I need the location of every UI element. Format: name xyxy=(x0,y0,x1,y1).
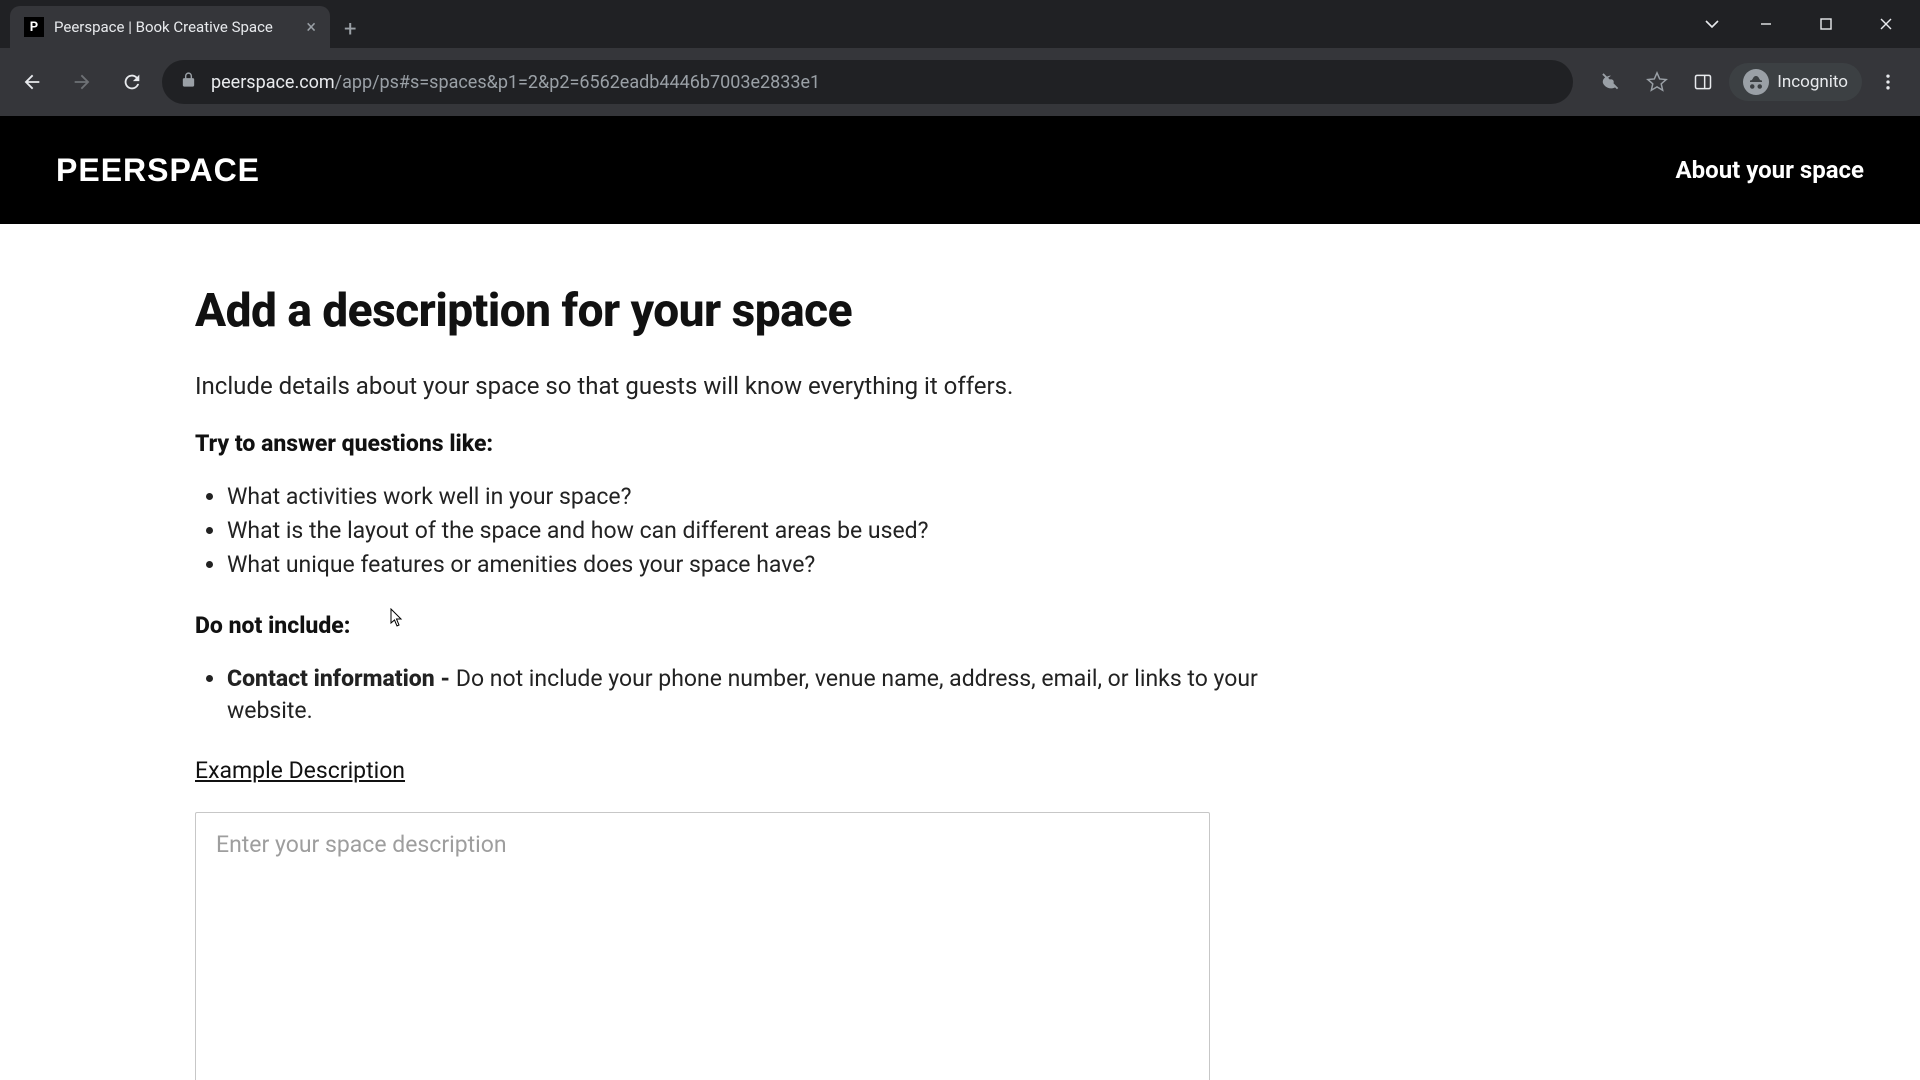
exclude-item-strong: Contact information - xyxy=(227,665,456,692)
browser-toolbar: peerspace.com/app/ps#s=spaces&p1=2&p2=65… xyxy=(0,48,1920,116)
questions-heading: Try to answer questions like: xyxy=(195,430,1260,457)
lock-icon xyxy=(180,71,197,93)
tab-title: Peerspace | Book Creative Space xyxy=(54,18,296,36)
list-item: What activities work well in your space? xyxy=(227,481,1260,513)
tracking-protection-icon[interactable] xyxy=(1591,62,1631,102)
toolbar-right: Incognito xyxy=(1583,62,1908,102)
browser-chrome: P Peerspace | Book Creative Space × + xyxy=(0,0,1920,116)
space-description-input[interactable] xyxy=(195,812,1210,1080)
tabs-dropdown-icon[interactable] xyxy=(1690,4,1734,44)
new-tab-button[interactable]: + xyxy=(330,11,370,48)
incognito-label: Incognito xyxy=(1777,72,1848,92)
list-item: Contact information - Do not include you… xyxy=(227,663,1260,727)
close-window-button[interactable] xyxy=(1858,4,1914,44)
example-description-link[interactable]: Example Description xyxy=(195,757,405,784)
site-header: PEERSPACE About your space xyxy=(0,116,1920,224)
minimize-window-button[interactable] xyxy=(1738,4,1794,44)
viewport[interactable]: PEERSPACE About your space Add a descrip… xyxy=(0,116,1920,1080)
forward-button[interactable] xyxy=(62,62,102,102)
favicon: P xyxy=(24,17,44,37)
bookmark-icon[interactable] xyxy=(1637,62,1677,102)
intro-text: Include details about your space so that… xyxy=(195,372,1260,400)
exclude-heading: Do not include: xyxy=(195,612,1260,639)
side-panel-icon[interactable] xyxy=(1683,62,1723,102)
window-controls xyxy=(1690,0,1920,48)
exclude-list: Contact information - Do not include you… xyxy=(195,663,1260,727)
list-item: What is the layout of the space and how … xyxy=(227,515,1260,547)
address-bar[interactable]: peerspace.com/app/ps#s=spaces&p1=2&p2=65… xyxy=(162,60,1573,104)
list-item: What unique features or amenities does y… xyxy=(227,549,1260,581)
close-tab-icon[interactable]: × xyxy=(306,17,316,38)
page: PEERSPACE About your space Add a descrip… xyxy=(0,116,1920,1080)
maximize-window-button[interactable] xyxy=(1798,4,1854,44)
browser-menu-icon[interactable] xyxy=(1868,62,1908,102)
reload-button[interactable] xyxy=(112,62,152,102)
incognito-icon xyxy=(1743,69,1769,95)
header-section-label: About your space xyxy=(1676,156,1864,184)
url-host: peerspace.com xyxy=(211,72,335,93)
tab-strip: P Peerspace | Book Creative Space × + xyxy=(0,0,1920,48)
questions-list: What activities work well in your space?… xyxy=(195,481,1260,582)
incognito-badge[interactable]: Incognito xyxy=(1729,63,1862,101)
main-content: Add a description for your space Include… xyxy=(0,224,1260,1080)
back-button[interactable] xyxy=(12,62,52,102)
url-text: peerspace.com/app/ps#s=spaces&p1=2&p2=65… xyxy=(211,72,820,93)
page-title: Add a description for your space xyxy=(195,284,1260,338)
url-path: /app/ps#s=spaces&p1=2&p2=6562eadb4446b70… xyxy=(335,72,820,93)
brand-logo[interactable]: PEERSPACE xyxy=(56,152,260,189)
browser-tab[interactable]: P Peerspace | Book Creative Space × xyxy=(10,6,330,48)
